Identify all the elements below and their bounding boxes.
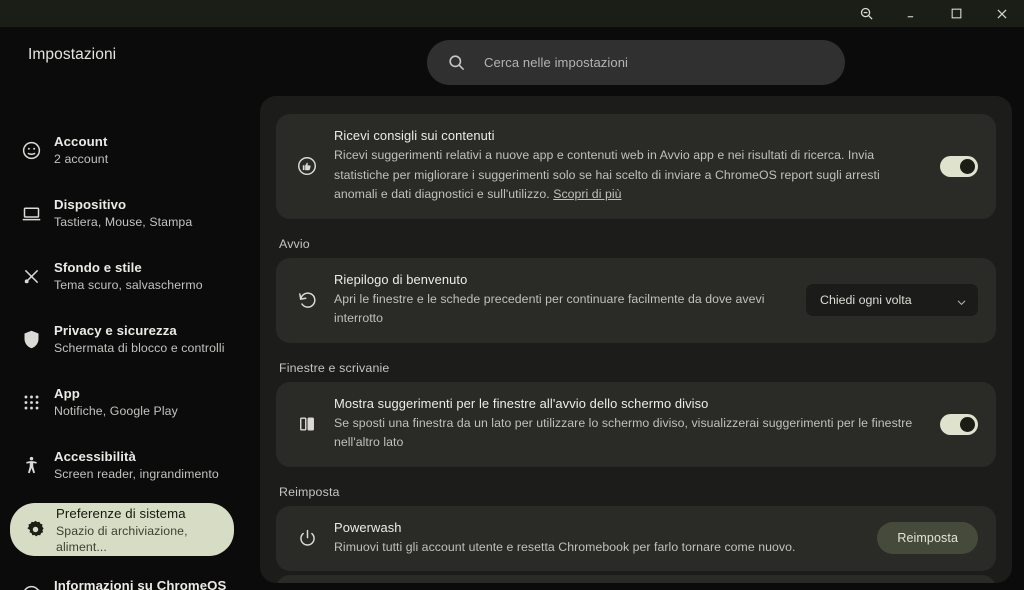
sidebar-item-system-preferences[interactable]: Preferenze di sistema Spazio di archivia… bbox=[10, 503, 234, 556]
split-screen-action bbox=[940, 413, 978, 435]
sidebar-item-sub: Spazio di archiviazione, aliment... bbox=[56, 523, 188, 554]
search-input[interactable]: Cerca nelle impostazioni bbox=[427, 40, 845, 85]
zoom-out-icon[interactable] bbox=[844, 0, 889, 27]
sidebar-item-account[interactable]: Account 2 account bbox=[8, 125, 244, 175]
split-screen-suggestions-card[interactable]: Mostra suggerimenti per le finestre all'… bbox=[276, 381, 996, 467]
minimize-icon[interactable] bbox=[889, 0, 934, 27]
section-label-windows-desks: Finestre e scrivanie bbox=[279, 360, 390, 375]
learn-more-link[interactable]: Scopri di più bbox=[553, 187, 621, 201]
sidebar: Account 2 account Dispositivo Tastiera, … bbox=[0, 92, 252, 590]
sidebar-item-sub: Tema scuro, salvaschermo bbox=[54, 278, 203, 292]
gear-icon bbox=[24, 519, 46, 541]
split-screen-icon bbox=[290, 407, 324, 441]
accessibility-icon bbox=[20, 454, 42, 476]
welcome-recap-card[interactable]: Riepilogo di benvenuto Apri le finestre … bbox=[276, 257, 996, 343]
settings-window: tech Impostazioni bbox=[0, 0, 1024, 590]
powerwash-card[interactable]: Powerwash Rimuovi tutti gli account uten… bbox=[276, 505, 996, 571]
split-screen-title: Mostra suggerimenti per le finestre all'… bbox=[334, 395, 709, 411]
powerwash-action: Reimposta bbox=[877, 522, 978, 555]
close-icon[interactable] bbox=[979, 0, 1024, 27]
sidebar-item-title: App bbox=[54, 386, 80, 401]
split-screen-body: Mostra suggerimenti per le finestre all'… bbox=[334, 396, 940, 453]
power-icon bbox=[290, 521, 324, 555]
brush-icon bbox=[20, 265, 42, 287]
sidebar-item-privacy-security[interactable]: Privacy e sicurezza Schermata di blocco … bbox=[8, 314, 244, 364]
sidebar-item-sub: Schermata di blocco e controlli bbox=[54, 341, 225, 355]
sidebar-item-title: Account bbox=[54, 134, 108, 149]
section-label-reset: Reimposta bbox=[279, 484, 340, 499]
content-suggestions-toggle[interactable] bbox=[940, 155, 978, 177]
sidebar-item-device[interactable]: Dispositivo Tastiera, Mouse, Stampa bbox=[8, 188, 244, 238]
window-body: Impostazioni Cerca nelle impostazioni Ac bbox=[0, 27, 1024, 590]
maximize-icon[interactable] bbox=[934, 0, 979, 27]
welcome-recap-body: Riepilogo di benvenuto Apri le finestre … bbox=[334, 272, 806, 329]
restore-icon bbox=[290, 283, 324, 317]
section-label-startup: Avvio bbox=[279, 236, 310, 251]
content-suggestions-body: Ricevi consigli sui contenuti Ricevi sug… bbox=[334, 128, 940, 205]
powerwash-reset-button[interactable]: Reimposta bbox=[877, 522, 978, 555]
apps-grid-icon bbox=[20, 391, 42, 413]
powerwash-title: Powerwash bbox=[334, 519, 402, 535]
chrome-icon bbox=[20, 583, 42, 590]
welcome-recap-title: Riepilogo di benvenuto bbox=[334, 271, 468, 287]
content-suggestions-action bbox=[940, 155, 978, 177]
sidebar-item-sub: Notifiche, Google Play bbox=[54, 404, 178, 418]
sidebar-item-sub: 2 account bbox=[54, 152, 109, 166]
laptop-icon bbox=[20, 202, 42, 224]
page-title: Impostazioni bbox=[28, 46, 117, 63]
sidebar-item-sub: Screen reader, ingrandimento bbox=[54, 467, 219, 481]
split-screen-desc: Se sposti una finestra da un lato per ut… bbox=[334, 415, 913, 450]
thumbs-up-circle-icon bbox=[290, 149, 324, 183]
powerwash-body: Powerwash Rimuovi tutti gli account uten… bbox=[334, 520, 877, 558]
content-suggestions-desc: Ricevi suggerimenti relativi a nuove app… bbox=[334, 146, 926, 205]
split-screen-toggle[interactable] bbox=[940, 413, 978, 435]
sidebar-item-about-chromeos[interactable]: Informazioni su ChromeOS Aggiornamenti, … bbox=[8, 569, 244, 590]
welcome-recap-desc: Apri le finestre e le schede precedenti … bbox=[334, 291, 765, 326]
sidebar-item-title: Privacy e sicurezza bbox=[54, 323, 177, 338]
sidebar-item-sub: Tastiera, Mouse, Stampa bbox=[54, 215, 193, 229]
shield-icon bbox=[20, 328, 42, 350]
sidebar-item-accessibility[interactable]: Accessibilità Screen reader, ingrandimen… bbox=[8, 440, 244, 490]
sidebar-item-wallpaper-style[interactable]: Sfondo e stile Tema scuro, salvaschermo bbox=[8, 251, 244, 301]
search-placeholder: Cerca nelle impostazioni bbox=[484, 55, 629, 70]
settings-scroll-area[interactable]: Ricevi consigli sui contenuti Ricevi sug… bbox=[260, 96, 1012, 583]
search-icon bbox=[447, 53, 466, 72]
window-titlebar bbox=[0, 0, 1024, 27]
startup-behavior-value: Chiedi ogni volta bbox=[820, 293, 912, 307]
sidebar-item-apps[interactable]: App Notifiche, Google Play bbox=[8, 377, 244, 427]
sidebar-item-title: Preferenze di sistema bbox=[56, 505, 186, 521]
sidebar-item-title: Sfondo e stile bbox=[54, 260, 142, 275]
chevron-down-icon bbox=[956, 295, 967, 306]
welcome-recap-action: Chiedi ogni volta bbox=[806, 284, 978, 316]
sidebar-item-title: Informazioni su ChromeOS bbox=[54, 578, 227, 590]
reset-card-group: Powerwash Rimuovi tutti gli account uten… bbox=[276, 505, 996, 583]
safety-reset-card[interactable]: Reimpostazione di sicurezza Rimuovi i po… bbox=[276, 575, 996, 583]
content-suggestions-card[interactable]: Ricevi consigli sui contenuti Ricevi sug… bbox=[276, 114, 996, 219]
app-header: Impostazioni Cerca nelle impostazioni bbox=[0, 27, 1024, 92]
settings-content-panel: Ricevi consigli sui contenuti Ricevi sug… bbox=[260, 96, 1012, 583]
sidebar-item-title: Dispositivo bbox=[54, 197, 127, 212]
content-suggestions-title: Ricevi consigli sui contenuti bbox=[334, 128, 495, 143]
sidebar-item-title: Accessibilità bbox=[54, 449, 136, 464]
powerwash-desc: Rimuovi tutti gli account utente e reset… bbox=[334, 539, 796, 554]
account-icon bbox=[20, 139, 42, 161]
startup-behavior-select[interactable]: Chiedi ogni volta bbox=[806, 284, 978, 316]
